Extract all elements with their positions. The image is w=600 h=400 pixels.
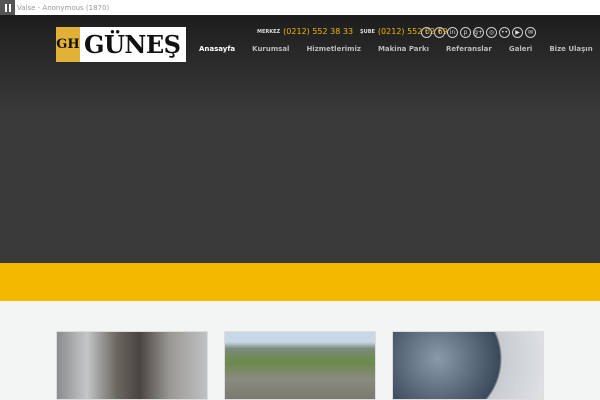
track-title: Valse - Anonymous (1870)	[17, 3, 110, 12]
nav-makina-parki[interactable]: Makina Parkı	[378, 45, 429, 53]
merkez-label: MERKEZ	[257, 28, 281, 35]
flickr-icon[interactable]: ••	[499, 27, 510, 38]
linkedin-icon[interactable]: in	[447, 27, 458, 38]
logo-mark: GH	[56, 27, 80, 62]
twitter-icon[interactable]: t	[421, 27, 432, 38]
pause-button[interactable]	[0, 0, 15, 15]
google-plus-icon[interactable]: g+	[473, 27, 484, 38]
site-logo[interactable]: GH GÜNEŞ	[56, 27, 186, 62]
nav-kurumsal[interactable]: Kurumsal	[252, 45, 289, 53]
nav-anasayfa[interactable]: Anasayfa	[199, 45, 235, 53]
accent-band	[0, 263, 600, 301]
tunnel-construction-image[interactable]	[56, 331, 208, 400]
header-hero: GH GÜNEŞ MERKEZ (0212) 552 38 33 ŞUBE (0…	[0, 15, 600, 263]
contact-info: MERKEZ (0212) 552 38 33 ŞUBE (0212) 552 …	[257, 27, 448, 36]
merkez-phone[interactable]: (0212) 552 38 33	[283, 27, 353, 36]
audio-player: Valse - Anonymous (1870)	[0, 0, 600, 15]
youtube-icon[interactable]: ▶	[512, 27, 523, 38]
aerial-site-image[interactable]	[224, 331, 376, 400]
sube-label: ŞUBE	[360, 28, 375, 35]
main-nav: Anasayfa Kurumsal Hizmetlerimiz Makina P…	[199, 45, 593, 53]
social-links: t f in p g+ ◎ •• ▶ ✉	[421, 27, 536, 38]
mail-icon[interactable]: ✉	[525, 27, 536, 38]
instagram-icon[interactable]: ◎	[486, 27, 497, 38]
nav-referanslar[interactable]: Referanslar	[446, 45, 492, 53]
nav-hizmetlerimiz[interactable]: Hizmetlerimiz	[306, 45, 361, 53]
facebook-icon[interactable]: f	[434, 27, 445, 38]
globe-puzzle-image[interactable]	[392, 331, 544, 400]
logo-name: GÜNEŞ	[84, 30, 181, 59]
pinterest-icon[interactable]: p	[460, 27, 471, 38]
nav-bize-ulasin[interactable]: Bize Ulaşın	[549, 45, 592, 53]
nav-galeri[interactable]: Galeri	[509, 45, 532, 53]
